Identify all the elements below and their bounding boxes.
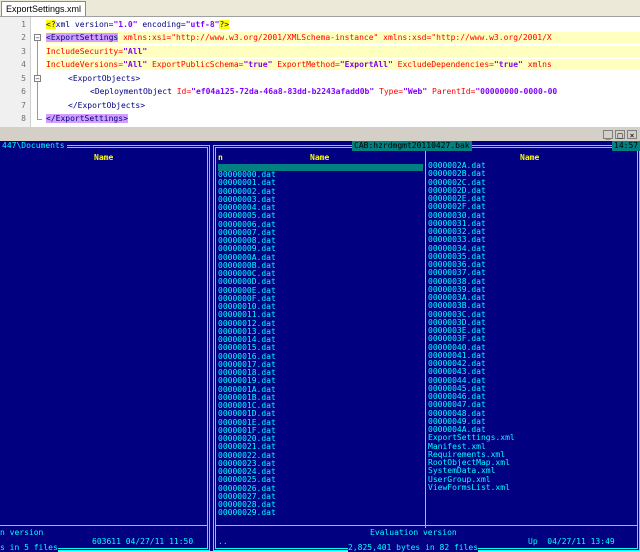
line-number: 2 [21,33,26,42]
close-button[interactable]: × [627,130,637,140]
left-panel-divider [0,525,207,526]
editor-tab-bar: ExportSettings.xml [0,0,640,17]
console-title-bar: _ □ × [0,129,640,141]
attr-name: ParentId= [427,87,476,96]
line-number: 3 [21,47,26,56]
attr-value: "All" [123,47,148,56]
right-col-name-header-2[interactable]: Name [520,153,539,162]
attr-name: IncludeSecurity= [46,47,124,56]
attr-name: IncludeVersions= [46,60,124,69]
attr-value: "Web" [403,87,428,96]
tag-deployment-object: <DeploymentObject [90,87,172,96]
code-line-6: <DeploymentObject Id="ef04a125-72da-46a8… [90,86,557,97]
line-number: 5 [21,74,26,83]
attr-value: "ef04a125-72da-46a8-83dd-b2243afadd0b" [191,87,375,96]
line-number: 7 [21,101,26,110]
right-panel-divider [216,525,637,526]
attr-name: ExportPublicSchema= [147,60,244,69]
attr-name: xmlns [522,60,552,69]
line-number: 4 [21,60,26,69]
clock: 14:57 [612,141,640,151]
code-line-2: <ExportSettings xmlns:xsi="http://www.w3… [46,32,640,43]
minimize-button[interactable]: _ [603,130,613,140]
left-panel-file-info: 603611 04/27/11 11:50 [92,537,194,546]
right-column-separator [425,151,426,533]
file-entry[interactable]: 00000029.dat [218,509,418,517]
code-line-1: <?xml version="1.0" encoding="utf-8"?> [46,19,230,30]
left-col-name-header[interactable]: Name [94,153,113,162]
fold-end [37,119,42,120]
attr-value: "ExportAll" [339,60,393,69]
attr-value: "All" [123,60,148,69]
pi-open: <? [46,20,56,29]
tab-export-settings[interactable]: ExportSettings.xml [1,1,87,16]
left-panel-path[interactable]: 447\Documents [0,141,67,151]
attr-value: "true" [493,60,523,69]
fold-margin: − − [33,17,43,127]
attr-name: ExcludeDependencies= [392,60,494,69]
line-number: 8 [21,114,26,123]
right-col-name-header[interactable]: Name [310,153,329,162]
pi-token: encoding [137,20,181,29]
line-number: 6 [21,87,26,96]
code-line-8: </ExportSettings> [46,113,128,124]
file-list-column-1[interactable]: 00000000.dat 00000001.dat 00000002.dat 0000… [218,170,423,521]
left-panel-status: n version [0,528,44,537]
attr-name: ExportMethod= [272,60,340,69]
pi-value: "1.0" [113,20,138,29]
fold-collapse-icon[interactable]: − [34,75,41,83]
line-number: 1 [21,20,26,29]
pi-token: xml version [55,20,109,29]
right-panel-path[interactable]: CAB:hzrdmgmt20110427.bak [352,141,472,151]
right-panel-file-info: Up 04/27/11 13:49 [528,537,615,546]
maximize-button[interactable]: □ [615,130,625,140]
attr-value: "00000000-0000-00 [475,87,558,96]
xml-editor[interactable]: ExportSettings.xml 1 2 3 4 5 6 7 8 − − <… [0,0,640,127]
file-list-column-2[interactable]: 0000002A.dat 0000002B.dat 0000002C.dat 0000… [428,161,633,512]
fold-collapse-icon[interactable]: − [34,34,41,42]
line-number-gutter: 1 2 3 4 5 6 7 8 [0,17,31,127]
code-area[interactable]: <?xml version="1.0" encoding="utf-8"?> <… [46,17,640,127]
file-entry[interactable]: ViewFormsList.xml [428,483,628,492]
far-manager-window[interactable]: _ □ × 447\Documents Name n version 60361… [0,129,640,552]
code-line-3: IncludeSecurity="All" [46,46,640,57]
code-line-5: <ExportObjects> [68,74,141,83]
pi-close: ?> [219,20,230,29]
attr-text: xmlns:xsi="http://www.w3.org/2001/XMLSch… [118,33,552,42]
right-col-n-header[interactable]: n [218,153,223,162]
tag-export-settings-close: </ExportSettings> [46,114,128,123]
attr-name: Id= [171,87,192,96]
attr-name: Type= [374,87,404,96]
tag-export-settings: <ExportSettings [46,33,119,42]
left-panel[interactable] [0,145,210,551]
right-panel-status: Evaluation version [370,528,457,537]
attr-value: "true" [243,60,273,69]
code-line-7: </ExportObjects> [68,101,146,110]
pi-value: "utf-8" [185,20,220,29]
code-line-4: IncludeVersions="All" ExportPublicSchema… [46,59,640,70]
parent-dir-entry[interactable]: .. [218,537,228,546]
